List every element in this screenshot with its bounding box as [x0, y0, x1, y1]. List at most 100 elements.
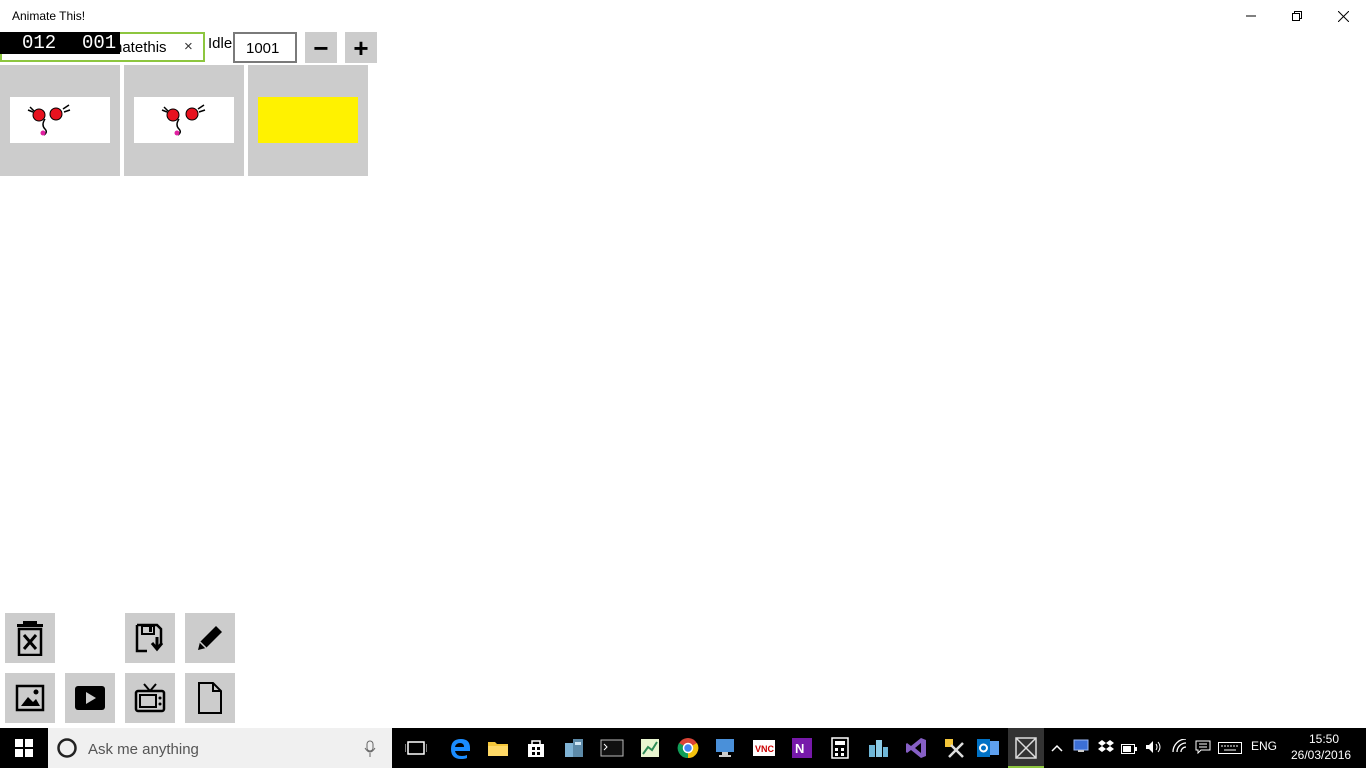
counter-total: 001: [82, 32, 117, 54]
minimize-icon: [1246, 15, 1256, 17]
dropbox-icon: [1098, 740, 1114, 752]
taskbar-onenote[interactable]: N: [788, 734, 816, 762]
start-button[interactable]: [0, 728, 48, 768]
animate-this-icon: [1015, 737, 1037, 759]
speed-input[interactable]: 1001: [233, 32, 297, 63]
visual-studio-icon: [906, 738, 926, 758]
tray-keyboard[interactable]: [1218, 741, 1242, 759]
display-icon: [1073, 739, 1089, 752]
restore-icon: [1292, 11, 1302, 21]
outlook-icon: [977, 739, 999, 757]
minimize-button[interactable]: [1228, 0, 1274, 32]
pencil-icon: [198, 626, 222, 650]
input-language[interactable]: ENG: [1251, 739, 1277, 753]
chrome-icon: [677, 738, 699, 759]
edit-button[interactable]: [185, 613, 235, 663]
taskbar-file-explorer[interactable]: [484, 734, 512, 762]
volume-icon: [1146, 741, 1161, 753]
clear-name-button[interactable]: ×: [184, 38, 193, 55]
taskbar-outlook[interactable]: [974, 734, 1002, 762]
taskbar-console[interactable]: [598, 734, 626, 762]
microphone-icon[interactable]: [364, 740, 376, 758]
idle-label: Idle: [208, 35, 233, 52]
tray-dropbox[interactable]: [1098, 739, 1114, 758]
new-document-button[interactable]: [185, 673, 235, 723]
plus-icon: +: [353, 32, 369, 63]
taskbar-store[interactable]: [522, 734, 550, 762]
console-icon: [600, 739, 624, 757]
tray-battery[interactable]: [1121, 741, 1137, 759]
frame-tile[interactable]: [0, 65, 120, 176]
taskbar-visual-studio[interactable]: [902, 734, 930, 762]
app-title: Animate This!: [12, 9, 86, 23]
search-placeholder: Ask me anything: [88, 741, 199, 758]
animation-name-value: natethis: [114, 39, 167, 56]
onenote-icon: N: [792, 738, 812, 758]
play-button[interactable]: [65, 673, 115, 723]
frame-thumbnail: [10, 97, 110, 143]
task-view-icon: [405, 741, 427, 755]
taskbar-chrome[interactable]: [674, 734, 702, 762]
svg-text:VNC: VNC: [755, 744, 775, 754]
taskbar-tools[interactable]: [940, 734, 968, 762]
save-button[interactable]: [125, 613, 175, 663]
remote-desktop-icon: [716, 739, 734, 757]
store-icon: [528, 740, 544, 757]
play-icon: [75, 686, 105, 710]
taskbar-app-1[interactable]: [560, 734, 588, 762]
tools-icon: [945, 739, 964, 758]
building-app-icon: [565, 739, 583, 757]
city-app-icon: [869, 740, 888, 757]
clock-time[interactable]: 15:50: [1309, 732, 1339, 746]
svg-text:N: N: [795, 741, 804, 756]
frame-thumbnail: [134, 97, 234, 143]
title-bar: [0, 0, 1366, 32]
taskbar-remote-desktop[interactable]: [712, 734, 740, 762]
character-face-icon: [27, 104, 71, 136]
taskbar-app-2[interactable]: [864, 734, 892, 762]
wifi-icon: [1172, 738, 1187, 753]
import-image-button[interactable]: [5, 673, 55, 723]
document-icon: [198, 682, 222, 714]
frame-thumbnail: [258, 97, 358, 143]
task-view-button[interactable]: [402, 734, 430, 762]
chevron-up-icon: [1051, 744, 1063, 752]
tray-action-center[interactable]: [1195, 740, 1211, 759]
restore-button[interactable]: [1274, 0, 1320, 32]
character-face-icon: [161, 104, 206, 136]
image-icon: [15, 684, 45, 712]
cortana-icon: [57, 738, 77, 758]
tray-display[interactable]: [1073, 739, 1089, 758]
vnc-icon: VNC: [753, 740, 775, 756]
frame-tile[interactable]: [248, 65, 368, 176]
close-button[interactable]: [1320, 0, 1366, 32]
present-button[interactable]: [125, 673, 175, 723]
increase-button[interactable]: +: [345, 32, 377, 63]
taskbar-calculator[interactable]: [826, 734, 854, 762]
taskbar-edge[interactable]: [446, 734, 474, 762]
delete-icon: [17, 621, 43, 656]
taskbar-vnc[interactable]: VNC: [750, 734, 778, 762]
battery-icon: [1121, 744, 1137, 754]
tv-icon: [134, 683, 166, 713]
show-hidden-icons-button[interactable]: [1051, 740, 1063, 758]
keyboard-icon: [1218, 742, 1242, 754]
frame-tile[interactable]: [124, 65, 244, 176]
windows-logo-icon: [15, 739, 33, 757]
tray-volume[interactable]: [1145, 740, 1163, 759]
counter-current: 012: [22, 32, 57, 54]
edge-icon: [451, 739, 470, 759]
frame-counter: 012 001: [0, 32, 120, 54]
taskbar-chart-app[interactable]: [636, 734, 664, 762]
notifications-icon: [1195, 740, 1211, 755]
chart-app-icon: [641, 739, 659, 757]
tray-wifi[interactable]: [1171, 738, 1189, 758]
minus-icon: −: [313, 32, 329, 63]
delete-frame-button[interactable]: [5, 613, 55, 663]
decrease-button[interactable]: −: [305, 32, 337, 63]
calculator-icon: [831, 737, 849, 759]
save-icon: [135, 623, 164, 653]
folder-icon: [488, 742, 508, 756]
clock-date[interactable]: 26/03/2016: [1291, 748, 1351, 762]
taskbar-animate-this[interactable]: [1008, 728, 1044, 768]
